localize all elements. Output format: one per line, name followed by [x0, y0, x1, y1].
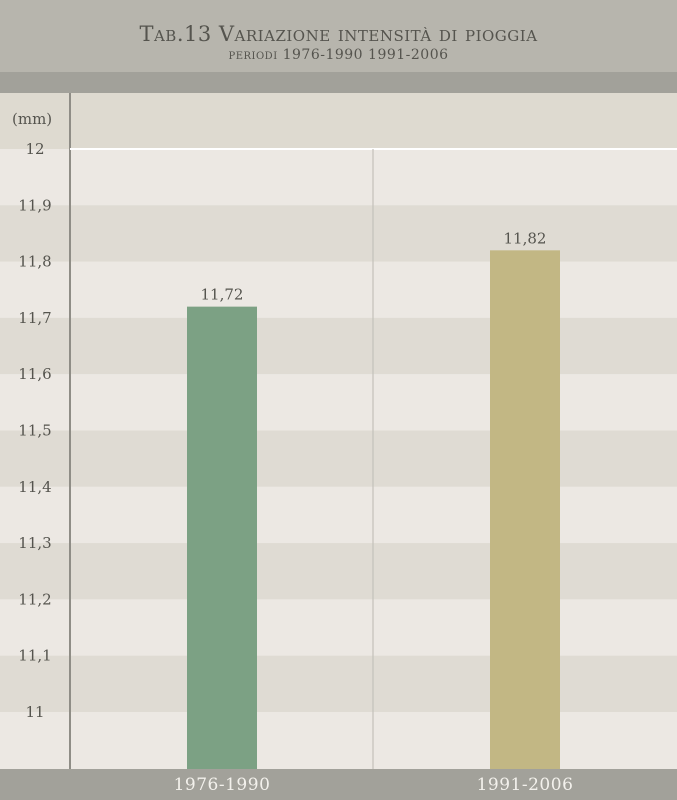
bar-1991-2006: [490, 250, 560, 770]
y-tick-label: 11,2: [18, 590, 51, 608]
bar-1976-1990: [187, 306, 257, 769]
chart-stage: Tab.13 Variazione intensità di pioggia p…: [0, 0, 677, 800]
grid-band: [0, 149, 677, 206]
data-label-1991-2006: 11,82: [504, 229, 547, 247]
grid-band: [0, 712, 677, 769]
x-tick-label-1991-2006: 1991-2006: [476, 775, 574, 795]
grid-band: [0, 486, 677, 544]
grid-band: [0, 543, 677, 600]
grid-band: [0, 261, 677, 318]
y-tick-label: 11,7: [18, 309, 51, 327]
y-tick-label: 11,3: [18, 534, 51, 552]
grid-band: [0, 205, 677, 262]
grid-band: [0, 599, 677, 656]
bar-chart: 12 11,9 11,8 11,7 11,6 11,5 11,4 11,3 11,2 11,1 11…: [0, 93, 677, 770]
grid-band: [0, 430, 677, 487]
y-tick-label: 11,1: [18, 647, 51, 665]
x-tick-label-1976-1990: 1976-1990: [173, 775, 271, 795]
grid-band: [0, 374, 677, 431]
y-tick-label: 11,9: [18, 196, 51, 214]
grid-band: [0, 317, 677, 375]
y-tick-label: 11: [25, 703, 44, 721]
grid-band: [0, 655, 677, 712]
y-tick-label: 12: [25, 140, 44, 158]
y-tick-label: 11,6: [18, 365, 51, 383]
y-tick-label: 11,8: [18, 253, 51, 271]
y-tick-label: 11,4: [18, 478, 51, 496]
data-label-1976-1990: 11,72: [201, 286, 244, 304]
y-tick-label: 11,5: [18, 422, 51, 440]
